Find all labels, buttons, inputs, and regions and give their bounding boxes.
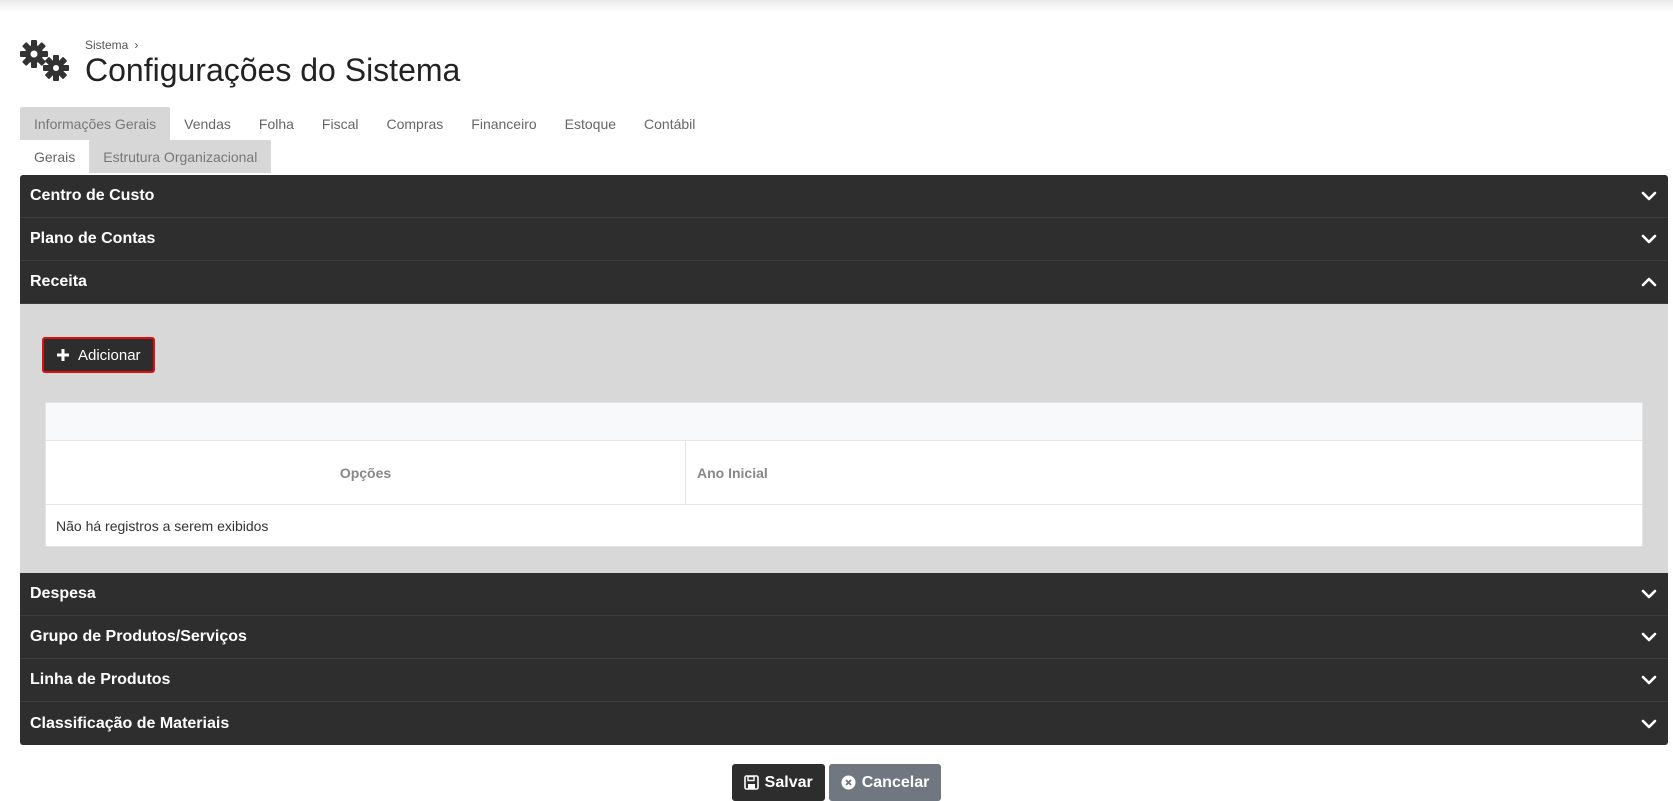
table-toolbar: [46, 403, 1642, 441]
top-bar: [0, 0, 1673, 12]
chevron-down-icon: [1641, 675, 1657, 685]
tab-financeiro[interactable]: Financeiro: [457, 107, 550, 140]
section-label: Plano de Contas: [30, 230, 156, 247]
section-classificacao-de-materiais[interactable]: Classificação de Materiais: [20, 702, 1668, 745]
add-button-label: Adicionar: [78, 346, 141, 364]
close-circle-icon: [841, 775, 856, 790]
section-linha-de-produtos[interactable]: Linha de Produtos: [20, 659, 1668, 702]
section-label: Centro de Custo: [30, 187, 155, 204]
floppy-disk-icon: [743, 775, 759, 790]
section-plano-de-contas[interactable]: Plano de Contas: [20, 218, 1668, 261]
plus-icon: [57, 349, 69, 361]
main-tabs: Informações Gerais Vendas Folha Fiscal C…: [20, 107, 709, 140]
sub-tabs: Gerais Estrutura Organizacional: [20, 140, 272, 173]
save-button[interactable]: Salvar: [731, 764, 825, 801]
section-label: Linha de Produtos: [30, 671, 171, 688]
tab-fiscal[interactable]: Fiscal: [308, 107, 373, 140]
sections-accordion: Centro de Custo Plano de Contas Receita …: [20, 175, 1668, 745]
chevron-down-icon: [1641, 191, 1657, 201]
chevron-down-icon: [1641, 234, 1657, 244]
chevron-down-icon: [1641, 632, 1657, 642]
chevron-down-icon: [1641, 589, 1657, 599]
receita-table: Opções Ano Inicial Não há registros a se…: [45, 402, 1643, 547]
breadcrumb-sistema[interactable]: Sistema: [85, 38, 128, 52]
save-button-label: Salvar: [764, 773, 813, 791]
section-despesa[interactable]: Despesa: [20, 573, 1668, 616]
subtab-estrutura-organizacional[interactable]: Estrutura Organizacional: [89, 140, 272, 173]
receita-panel: Adicionar Opções Ano Inicial Não há regi…: [20, 304, 1668, 573]
breadcrumb: Sistema ›: [85, 38, 138, 52]
tab-contabil[interactable]: Contábil: [630, 107, 709, 140]
gears-icon: [20, 40, 69, 81]
section-label: Receita: [30, 273, 87, 290]
chevron-up-icon: [1641, 277, 1657, 287]
page-header: Sistema › Configurações do Sistema: [20, 38, 820, 98]
tab-folha[interactable]: Folha: [245, 107, 308, 140]
table-header: Opções Ano Inicial: [46, 441, 1642, 505]
chevron-down-icon: [1641, 719, 1657, 728]
section-label: Grupo de Produtos/Serviços: [30, 628, 247, 645]
column-ano-inicial[interactable]: Ano Inicial: [686, 441, 1642, 504]
section-centro-de-custo[interactable]: Centro de Custo: [20, 175, 1668, 218]
section-label: Despesa: [30, 585, 96, 602]
tab-informacoes-gerais[interactable]: Informações Gerais: [20, 107, 171, 140]
column-opcoes[interactable]: Opções: [46, 441, 686, 504]
section-receita[interactable]: Receita: [20, 261, 1668, 304]
add-button[interactable]: Adicionar: [42, 337, 155, 373]
breadcrumb-separator: ›: [134, 38, 139, 52]
section-label: Classificação de Materiais: [30, 714, 230, 732]
page-title: Configurações do Sistema: [85, 52, 461, 88]
tab-estoque[interactable]: Estoque: [551, 107, 630, 140]
tab-vendas[interactable]: Vendas: [170, 107, 245, 140]
cancel-button[interactable]: Cancelar: [828, 764, 942, 801]
section-grupo-de-produtos-servicos[interactable]: Grupo de Produtos/Serviços: [20, 616, 1668, 659]
form-actions: Salvar Cancelar: [0, 764, 1673, 801]
tab-compras[interactable]: Compras: [372, 107, 457, 140]
subtab-gerais[interactable]: Gerais: [20, 140, 89, 173]
empty-message: Não há registros a serem exibidos: [56, 517, 269, 534]
cancel-button-label: Cancelar: [861, 773, 930, 791]
